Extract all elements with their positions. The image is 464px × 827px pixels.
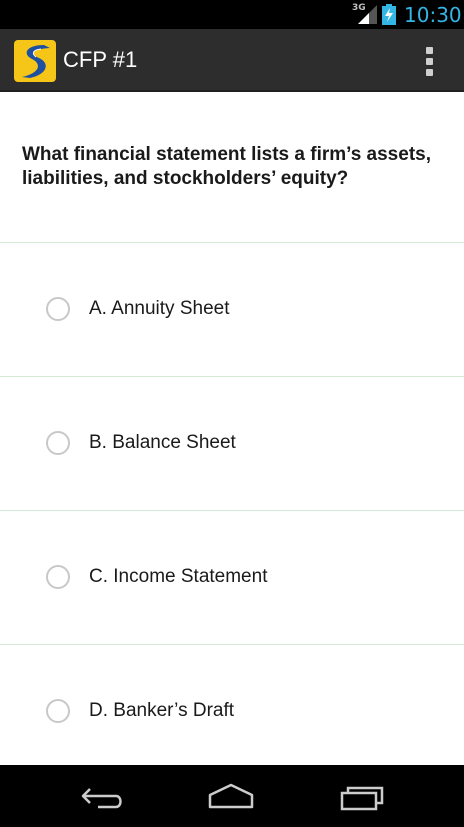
app-logo-icon[interactable] (14, 40, 56, 82)
action-bar: CFP #1 (0, 29, 464, 92)
app-title: CFP #1 (63, 47, 138, 72)
overflow-dot (425, 46, 433, 54)
back-icon[interactable] (78, 779, 128, 815)
battery-charging-icon (382, 4, 396, 25)
overflow-dot (425, 68, 433, 76)
navigation-bar (0, 765, 464, 827)
option-label: A. Annuity Sheet (89, 298, 230, 319)
option-b[interactable]: B. Balance Sheet (0, 377, 464, 510)
overflow-dot (425, 57, 433, 65)
option-label: D. Banker’s Draft (89, 700, 235, 721)
home-icon[interactable] (206, 779, 256, 815)
overflow-menu-icon[interactable] (418, 43, 440, 79)
option-label: C. Income Statement (89, 566, 268, 587)
status-clock: 10:30 (404, 3, 462, 27)
radio-button[interactable] (46, 297, 70, 321)
option-label: B. Balance Sheet (89, 432, 236, 453)
radio-button[interactable] (46, 699, 70, 723)
option-d[interactable]: D. Banker’s Draft (0, 645, 464, 765)
option-a[interactable]: A. Annuity Sheet (0, 243, 464, 376)
recent-apps-icon[interactable] (338, 779, 388, 815)
status-bar: 3G 10:30 (0, 0, 464, 29)
radio-button[interactable] (46, 565, 70, 589)
question-text: What financial statement lists a firm’s … (22, 144, 431, 189)
option-c[interactable]: C. Income Statement (0, 511, 464, 644)
signal-icon (358, 5, 377, 24)
radio-button[interactable] (46, 431, 70, 455)
